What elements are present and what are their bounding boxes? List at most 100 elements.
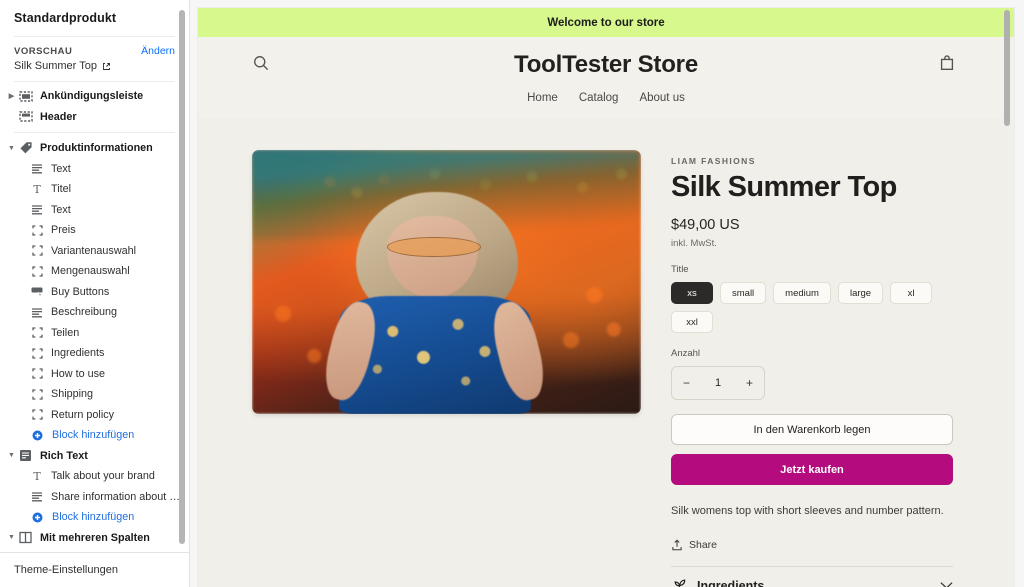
sidebar-block-share[interactable]: Teilen — [0, 323, 189, 344]
chevron-down-icon[interactable]: ▼ — [6, 534, 17, 541]
add-block-button-rich-text[interactable]: Block hinzufügen — [0, 507, 189, 528]
preview-header-row: VORSCHAU Ändern — [14, 45, 175, 57]
page-title: Standardprodukt — [14, 11, 117, 25]
size-option-medium[interactable]: medium — [773, 282, 831, 305]
sidebar-item-product-information[interactable]: ▼ Produktinformationen — [0, 138, 189, 159]
buy-now-button[interactable]: Jetzt kaufen — [671, 454, 953, 486]
share-label: Share — [689, 538, 718, 551]
plus-circle-icon — [29, 510, 46, 524]
size-option-xs[interactable]: xs — [671, 282, 713, 305]
text-lines-icon — [29, 305, 45, 319]
size-option-small[interactable]: small — [720, 282, 767, 305]
share-button[interactable]: Share — [671, 539, 968, 551]
chevron-down-icon[interactable]: ▼ — [6, 145, 17, 152]
sidebar-block-return-policy[interactable]: Return policy — [0, 405, 189, 426]
theme-settings-button[interactable]: Theme-Einstellungen — [0, 552, 189, 587]
sidebar-block-share-information[interactable]: Share information about you... — [0, 487, 189, 508]
chevron-down-icon[interactable]: ▼ — [6, 452, 17, 459]
header-icon — [17, 110, 34, 124]
sidebar-block-price[interactable]: Preis — [0, 220, 189, 241]
text-lines-icon — [29, 203, 45, 217]
announcement-text: Welcome to our store — [547, 16, 665, 29]
quantity-decrement-button[interactable]: − — [683, 376, 690, 390]
sidebar: Standardprodukt VORSCHAU Ändern Silk Sum… — [0, 0, 190, 587]
preview-change-link[interactable]: Ändern — [141, 45, 175, 57]
external-link-icon — [102, 62, 111, 71]
add-block-button-product-info[interactable]: Block hinzufügen — [0, 425, 189, 446]
preview-product-name-row[interactable]: Silk Summer Top — [14, 60, 175, 72]
sidebar-block-title[interactable]: T Titel — [0, 179, 189, 200]
product-tax-note: inkl. MwSt. — [671, 238, 717, 250]
text-lines-icon — [29, 162, 45, 176]
sprout-icon — [671, 578, 688, 587]
sidebar-block-shipping[interactable]: Shipping — [0, 384, 189, 405]
sidebar-item-rich-text[interactable]: ▼ Rich Text — [0, 446, 189, 467]
sidebar-block-label: Talk about your brand — [51, 470, 155, 483]
divider — [14, 132, 175, 133]
columns-icon — [17, 531, 34, 545]
sidebar-scroll-area: Standardprodukt VORSCHAU Ändern Silk Sum… — [0, 0, 189, 552]
sidebar-block-buy-buttons[interactable]: Buy Buttons — [0, 282, 189, 303]
sidebar-block-ingredients[interactable]: Ingredients — [0, 343, 189, 364]
theme-settings-label: Theme-Einstellungen — [14, 564, 118, 576]
quantity-increment-button[interactable]: + — [746, 376, 753, 390]
sidebar-item-label: Rich Text — [40, 449, 88, 462]
sidebar-item-label: Mit mehreren Spalten — [40, 531, 150, 544]
nav-link-home[interactable]: Home — [527, 92, 558, 104]
sidebar-block-label: How to use — [51, 367, 106, 380]
nav-link-about-us[interactable]: About us — [639, 92, 684, 104]
preview-label: VORSCHAU — [14, 45, 73, 57]
accordion-label: Ingredients — [697, 578, 765, 587]
sidebar-block-label: Text — [51, 203, 71, 216]
sidebar-block-how-to-use[interactable]: How to use — [0, 364, 189, 385]
text-lines-icon — [29, 490, 45, 504]
sidebar-block-label: Buy Buttons — [51, 285, 110, 298]
sidebar-item-announcement-bar[interactable]: ▶ Ankündigungsleiste — [0, 86, 189, 107]
store-name[interactable]: ToolTester Store — [198, 51, 1014, 79]
product-details: LIAM FASHIONS Silk Summer Top $49,00 US … — [671, 150, 968, 587]
sidebar-item-header[interactable]: ▶ Header — [0, 107, 189, 128]
preview-product-name: Silk Summer Top — [14, 60, 97, 72]
product-image[interactable] — [252, 150, 641, 414]
share-icon — [671, 539, 683, 551]
plus-circle-icon — [29, 428, 46, 442]
model-figure — [318, 187, 551, 414]
size-option-xl[interactable]: xl — [890, 282, 933, 305]
quantity-value[interactable]: 1 — [715, 377, 721, 389]
sidebar-block-description[interactable]: Beschreibung — [0, 302, 189, 323]
sidebar-block-label: Variantenauswahl — [51, 244, 137, 257]
sidebar-block-label: Text — [51, 162, 71, 175]
sidebar-block-label: Ingredients — [51, 347, 105, 360]
store-header: ToolTester Store Home Catalog About us — [198, 37, 1014, 118]
sidebar-scrollbar[interactable] — [179, 10, 185, 544]
add-to-cart-button[interactable]: In den Warenkorb legen — [671, 414, 953, 446]
sidebar-block-talk-about-your-brand[interactable]: T Talk about your brand — [0, 466, 189, 487]
add-block-label: Block hinzufügen — [52, 429, 135, 442]
sidebar-item-label: Ankündigungsleiste — [40, 90, 144, 103]
placeholder-block-icon — [29, 367, 45, 381]
size-option-large[interactable]: large — [837, 282, 884, 305]
chevron-right-icon[interactable]: ▶ — [6, 93, 17, 100]
cart-icon[interactable] — [938, 54, 960, 76]
sidebar-item-label: Produktinformationen — [40, 142, 153, 155]
rich-text-icon — [17, 449, 34, 463]
chevron-down-icon[interactable] — [940, 581, 953, 587]
sidebar-item-multi-column[interactable]: ▼ Mit mehreren Spalten — [0, 528, 189, 549]
quantity-stepper[interactable]: − 1 + — [671, 366, 765, 401]
storefront: Welcome to our store ToolTester Store Ho… — [198, 8, 1014, 587]
sidebar-block-variant-picker[interactable]: Variantenauswahl — [0, 241, 189, 262]
announcement-bar[interactable]: Welcome to our store — [198, 8, 1014, 37]
sidebar-block-label: Mengenauswahl — [51, 265, 130, 278]
sidebar-block-text-2[interactable]: Text — [0, 200, 189, 221]
accordion-ingredients[interactable]: Ingredients — [671, 567, 953, 587]
model-sunglasses — [386, 236, 481, 258]
sidebar-block-partial[interactable] — [0, 548, 189, 552]
sidebar-block-quantity-selector[interactable]: Mengenauswahl — [0, 261, 189, 282]
preview-scrollbar[interactable] — [1004, 10, 1010, 126]
search-icon[interactable] — [252, 54, 274, 76]
text-title-icon: T — [29, 469, 45, 483]
nav-link-catalog[interactable]: Catalog — [579, 92, 619, 104]
size-option-xxl[interactable]: xxl — [671, 311, 713, 334]
sidebar-block-label: Teilen — [51, 326, 80, 339]
sidebar-block-text-1[interactable]: Text — [0, 159, 189, 180]
